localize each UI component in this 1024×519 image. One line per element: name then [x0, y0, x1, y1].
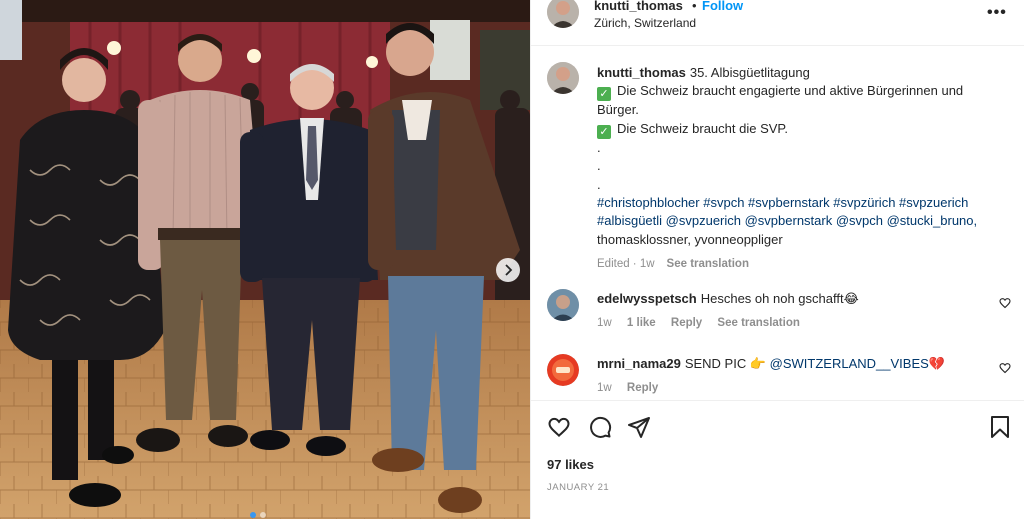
comment-item: mrni_nama29 SEND PIC 👉 @SWITZERLAND__VIBE…: [547, 354, 1017, 398]
comment-mention[interactable]: @SWITZERLAND__VIBES💔: [770, 356, 945, 371]
reply-button[interactable]: Reply: [627, 382, 658, 394]
caption-line-2: Die Schweiz braucht die SVP.: [617, 120, 789, 136]
carousel-dot: [260, 512, 266, 518]
caption-mentions: thomasklossner, yvonneoppliger: [597, 231, 783, 247]
commenter-avatar[interactable]: [547, 289, 579, 321]
likes-count[interactable]: 97 likes: [547, 457, 594, 472]
comment-time: 1w: [597, 317, 612, 329]
author-username[interactable]: knutti_thomas: [594, 0, 683, 13]
comment-username[interactable]: edelwysspetsch: [597, 291, 697, 306]
comment-meta: 1w 1 like Reply See translation: [597, 317, 812, 329]
caption-hashtags[interactable]: #christophblocher #svpch #svpbernstark #…: [597, 194, 1007, 231]
commenter-avatar[interactable]: [547, 354, 579, 386]
reply-button[interactable]: Reply: [671, 317, 702, 329]
comment-text: mrni_nama29 SEND PIC 👉 @SWITZERLAND__VIBE…: [597, 356, 945, 372]
post-actions: 97 likes JANUARY 21: [531, 400, 1024, 519]
caption-line-1: Die Schweiz braucht engagierte und aktiv…: [597, 83, 964, 118]
post-date[interactable]: JANUARY 21: [547, 482, 609, 493]
caption-text: knutti_thomas 35. Albisgüetlitagung ✓ Die …: [597, 64, 1007, 274]
next-photo-button[interactable]: [496, 258, 520, 282]
caption-title: 35. Albisgüetlitagung: [689, 65, 810, 80]
comment-likes[interactable]: 1 like: [627, 317, 656, 329]
comment-item: edelwysspetsch Hesches oh noh gschafft😂 1…: [547, 289, 1017, 333]
check-icon: ✓: [597, 87, 611, 102]
caption-edited: Edited · 1w: [597, 258, 655, 271]
comment-username[interactable]: mrni_nama29: [597, 356, 681, 371]
comment-body: Hesches oh noh gschafft😂: [700, 291, 859, 306]
heart-icon[interactable]: [999, 297, 1011, 309]
see-translation-link[interactable]: See translation: [717, 317, 799, 329]
comment-text: edelwysspetsch Hesches oh noh gschafft😂: [597, 291, 859, 307]
carousel-dot-active: [250, 512, 256, 518]
check-icon: ✓: [597, 124, 611, 139]
heart-icon[interactable]: [999, 362, 1011, 374]
comment-icon[interactable]: [588, 415, 612, 439]
caption-avatar[interactable]: [547, 62, 579, 94]
caption-dot: .: [597, 158, 601, 174]
comment-body: SEND PIC 👉: [684, 356, 767, 371]
more-icon[interactable]: •••: [987, 4, 1007, 22]
separator-dot: •: [692, 0, 697, 13]
bookmark-icon[interactable]: [989, 415, 1011, 439]
carousel-dots: [250, 512, 266, 518]
post-header: knutti_thomas • Follow Zürich, Switzerla…: [531, 0, 1024, 46]
post-photo[interactable]: [0, 0, 530, 519]
caption-username[interactable]: knutti_thomas: [597, 65, 686, 80]
caption-dot: .: [597, 139, 601, 155]
caption-meta: Edited · 1w See translation: [597, 255, 1007, 273]
post-side-panel: knutti_thomas • Follow Zürich, Switzerla…: [530, 0, 1024, 519]
post-location[interactable]: Zürich, Switzerland: [594, 16, 696, 30]
comment-meta: 1w Reply: [597, 382, 670, 394]
author-avatar[interactable]: [547, 0, 579, 28]
chevron-right-icon: [505, 264, 513, 276]
follow-button[interactable]: Follow: [702, 0, 743, 13]
share-icon[interactable]: [627, 415, 651, 439]
heart-icon[interactable]: [547, 415, 571, 439]
caption-dot: .: [597, 176, 601, 192]
post-image: [0, 0, 530, 519]
see-translation-link[interactable]: See translation: [667, 258, 749, 270]
comment-time: 1w: [597, 382, 612, 394]
